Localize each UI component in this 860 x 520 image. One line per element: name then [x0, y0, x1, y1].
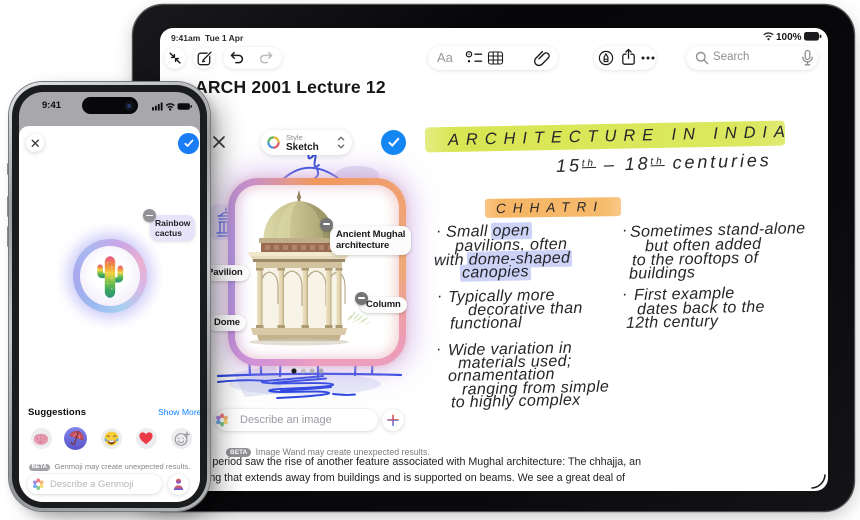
- svg-text:100%: 100%: [776, 32, 802, 42]
